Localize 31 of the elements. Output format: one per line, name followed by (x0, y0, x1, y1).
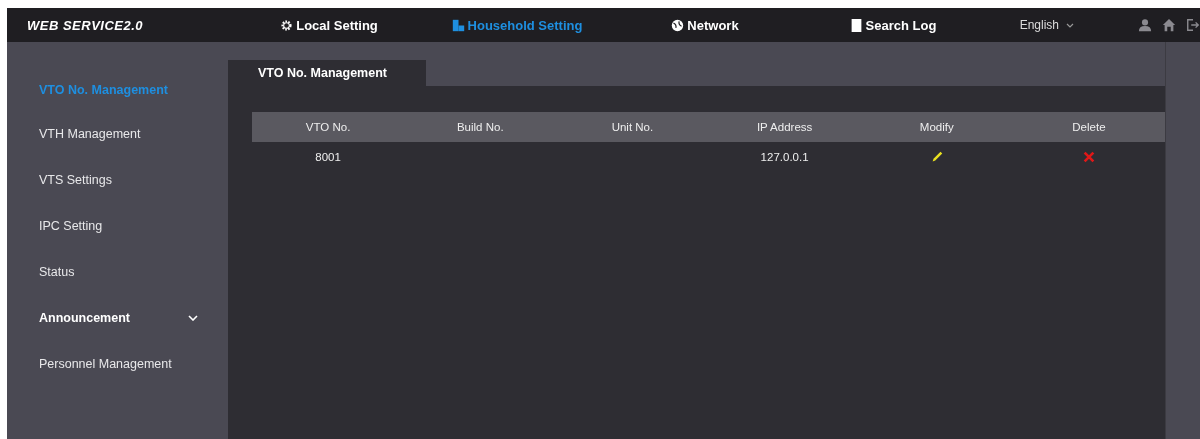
column-header: IP Address (755, 121, 814, 133)
sidebar-item[interactable]: Announcement (7, 295, 228, 341)
sidebar-item[interactable]: VTH Management (7, 111, 228, 157)
document-icon (849, 18, 863, 32)
column-header: Unit No. (610, 121, 655, 133)
tab[interactable]: VTO No. Management (228, 60, 426, 86)
sidebar-item[interactable]: IPC Setting (7, 203, 228, 249)
nav-tab[interactable]: Search Log (799, 17, 987, 33)
close-icon[interactable] (1081, 150, 1096, 164)
sidebar-item[interactable]: Personnel Management (7, 341, 228, 387)
logout-icon[interactable] (1186, 18, 1200, 32)
column-header: Build No. (455, 121, 505, 133)
nav-tab[interactable]: Household Setting (423, 17, 611, 33)
table-cell: 127.0.0.1 (760, 151, 809, 163)
user-icon[interactable] (1138, 18, 1152, 32)
nav-tab[interactable]: Local Setting (235, 17, 423, 33)
home-icon[interactable] (1162, 18, 1176, 32)
building-icon (451, 18, 465, 32)
logo: WEB SERVICE2.0 (26, 17, 145, 33)
column-header: Delete (1071, 121, 1107, 133)
chevron-icon (188, 315, 198, 321)
sidebar-item[interactable]: Status (7, 249, 228, 295)
column-header: Modify (918, 121, 955, 133)
caret-icon (1066, 23, 1075, 29)
globe-icon (671, 18, 685, 32)
sidebar-item[interactable]: VTS Settings (7, 157, 228, 203)
column-header: VTO No. (304, 121, 352, 133)
table-cell: 8001 (315, 151, 341, 163)
gear-icon (280, 18, 294, 32)
nav-tab[interactable]: Network (611, 17, 799, 33)
language-dropdown[interactable]: English (987, 18, 1107, 32)
